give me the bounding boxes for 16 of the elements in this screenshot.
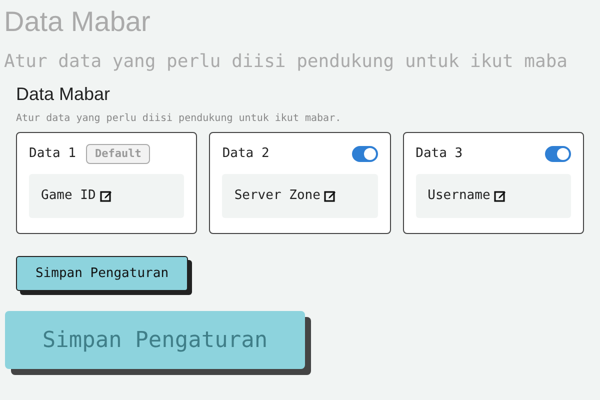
- section-description: Atur data yang perlu diisi pendukung untuk ikut mabar.: [16, 112, 342, 126]
- toggle-switch[interactable]: [352, 146, 378, 162]
- page-description: Atur data yang perlu diisi pendukung untuk ikut maba: [3, 50, 569, 74]
- field-name: Game ID: [41, 187, 96, 206]
- toggle-switch[interactable]: [544, 146, 571, 162]
- edit-icon[interactable]: [494, 190, 506, 202]
- field-name: Username: [428, 187, 490, 206]
- edit-icon[interactable]: [100, 190, 112, 202]
- card-label: Data 3: [416, 145, 463, 164]
- section-title: Data Mabar: [16, 83, 112, 106]
- card-label: Data 2: [222, 145, 270, 164]
- card-label: Data 1: [29, 145, 76, 164]
- page-title: Data Mabar: [3, 5, 152, 39]
- field-name: Server Zone: [234, 187, 320, 206]
- default-badge: Default: [86, 144, 150, 164]
- edit-icon[interactable]: [324, 190, 336, 202]
